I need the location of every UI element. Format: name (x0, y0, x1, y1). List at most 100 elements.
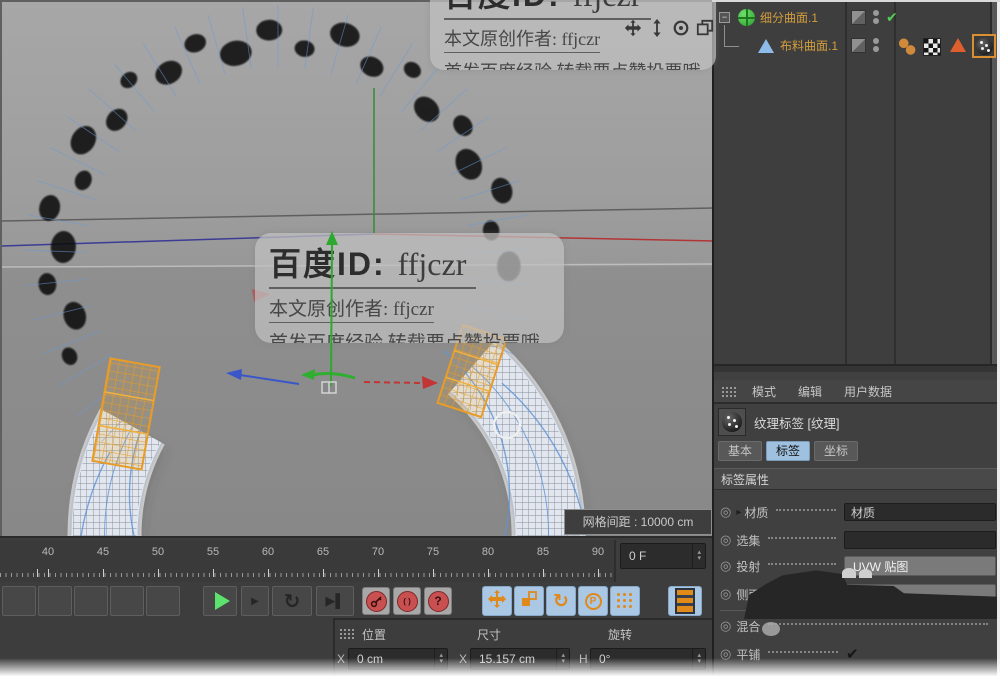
watermark-line: 首发百度经验 转载要点赞投票哦 (444, 58, 701, 70)
tag-header: 纹理标签 [纹理] (718, 408, 839, 436)
loop-button[interactable]: ↻ (272, 586, 312, 616)
p-icon: P (584, 592, 602, 610)
rotate-icon: ↻ (553, 590, 569, 612)
render-visibility-toggle[interactable] (851, 38, 866, 53)
transport-button[interactable] (38, 586, 72, 616)
object-label[interactable]: 细分曲面.1 (760, 5, 818, 31)
maximize-icon[interactable] (695, 18, 715, 38)
keyframe-radio-icon[interactable]: ◎ (720, 584, 731, 604)
stepper-icon[interactable]: ▴ ▾ (692, 649, 705, 669)
keyframe-options-button[interactable]: ? (424, 587, 452, 615)
watermark-center: 百度ID:ffjczr 本文原创作者: ffjczr 首发百度经验 转载要点赞投… (255, 233, 564, 343)
attribute-menubar: 模式 编辑 用户数据 (714, 380, 1000, 404)
collapse-toggle[interactable]: − (719, 12, 730, 23)
dotted-leader (768, 650, 838, 653)
drag-handle-icon[interactable] (340, 629, 342, 631)
watermark-shadow-blob (859, 569, 872, 578)
divider (334, 618, 712, 620)
object-row-cloth[interactable]: 布料曲面.1 (714, 25, 1000, 59)
play-button[interactable] (203, 586, 237, 616)
material-link-field[interactable]: 材质 (844, 503, 996, 521)
autokey-icon: ( ) (396, 590, 418, 612)
selection-circle (492, 410, 522, 440)
enabled-check-icon[interactable]: ✔ (886, 9, 898, 26)
stepper-icon[interactable]: ▴ ▾ (556, 649, 569, 669)
zoom-icon[interactable] (647, 18, 667, 38)
section-header[interactable]: 标签属性 (714, 468, 1000, 490)
menu-userdata[interactable]: 用户数据 (844, 383, 892, 400)
visibility-dots[interactable] (873, 8, 879, 26)
keyframe-radio-icon[interactable]: ◎ (720, 530, 731, 550)
keyframe-radio-icon[interactable]: ◎ (720, 556, 731, 576)
selection-field[interactable] (844, 531, 996, 549)
coordinate-system-button[interactable]: P (578, 586, 608, 616)
menu-mode[interactable]: 模式 (752, 383, 776, 400)
keyframe-radio-icon[interactable]: ◎ (720, 502, 731, 522)
subdivision-surface-icon (738, 9, 755, 26)
next-key-button[interactable]: ▶ (241, 586, 269, 616)
position-x-field[interactable]: 0 cm ▴ ▾ (348, 648, 448, 670)
expand-arrow-icon[interactable]: ▸ (736, 507, 741, 518)
size-x-field[interactable]: 15.157 cm ▴ ▾ (470, 648, 570, 670)
ruler-minor-ticks (0, 573, 616, 577)
keyframe-radio-icon[interactable]: ◎ (720, 616, 731, 636)
rotation-h-field[interactable]: 0° ▴ ▾ (590, 648, 706, 670)
cloth-tag-icon[interactable] (950, 38, 966, 52)
menu-edit[interactable]: 编辑 (798, 383, 822, 400)
mesh-wireframe (72, 342, 581, 538)
current-frame-field[interactable]: 0 F ▴ ▾ (620, 543, 706, 569)
phong-tag-icon[interactable] (898, 37, 916, 55)
ruler-number: 45 (96, 546, 110, 558)
viewport-canvas[interactable]: 百度ID:ffjczr 本文原创作者: ffjczr 首发百度经验 转载要点赞投… (0, 0, 716, 538)
watermark-title: 百度ID:ffjczr (444, 0, 652, 20)
visibility-dots[interactable] (873, 36, 879, 54)
goto-end-icon: ▶▌ (325, 593, 345, 608)
uvw-tag-icon[interactable] (923, 38, 941, 56)
stepper-icon[interactable]: ▴ ▾ (434, 649, 447, 669)
record-keyframe-button[interactable] (362, 587, 390, 615)
texture-tag-icon (718, 408, 746, 436)
tab-basic[interactable]: 基本 (718, 441, 763, 461)
attr-row-projection: ◎ 投射 UVW 贴图 (720, 556, 996, 576)
drag-handle-icon[interactable] (722, 387, 724, 389)
transport-button[interactable] (74, 586, 108, 616)
mesh-shadow (73, 347, 588, 538)
transport-button[interactable] (2, 586, 36, 616)
goto-end-button[interactable]: ▶▌ (316, 586, 354, 616)
gizmo-x-arrowhead (422, 376, 438, 389)
tile-checkbox[interactable]: ✔ (846, 645, 996, 663)
transport-button[interactable] (110, 586, 144, 616)
texture-tag-icon[interactable] (972, 34, 996, 58)
tab-tag[interactable]: 标签 (766, 441, 811, 461)
object-label[interactable]: 布料曲面.1 (780, 33, 838, 59)
filmstrip-icon (675, 588, 695, 614)
stepper-icon[interactable]: ▴ ▾ (692, 544, 705, 568)
gizmo-band (311, 372, 356, 380)
transport-button[interactable] (146, 586, 180, 616)
rotate-tool-button[interactable]: ↻ (546, 586, 576, 616)
timeline-ruler[interactable]: 40 45 50 55 60 65 70 75 80 85 90 (0, 540, 616, 582)
render-view-button[interactable] (668, 586, 702, 616)
pan-icon[interactable] (623, 18, 643, 38)
autokey-button[interactable]: ( ) (393, 587, 421, 615)
object-row-subdivision[interactable]: − 细分曲面.1 ✔ (714, 5, 1000, 31)
panel-splitter[interactable] (714, 364, 1000, 372)
attr-label: 混合 (736, 619, 761, 634)
ruler-number: 85 (536, 546, 550, 558)
grid-spacing-badge: 网格间距 : 10000 cm (564, 509, 712, 535)
coords-header-rotation: 旋转 (608, 628, 633, 642)
ruler-number: 50 (151, 546, 165, 558)
snap-button[interactable] (610, 586, 640, 616)
render-visibility-toggle[interactable] (851, 10, 866, 25)
axis-label: X (337, 652, 346, 666)
scale-icon (520, 590, 538, 613)
cinema4d-window: 百度ID:ffjczr 本文原创作者: ffjczr 首发百度经验 转载要点赞投… (0, 0, 1000, 679)
rotate-icon[interactable] (671, 18, 691, 38)
scale-tool-button[interactable] (514, 586, 544, 616)
keyframe-radio-icon[interactable]: ◎ (720, 644, 731, 664)
gizmo-z-arrowhead (226, 369, 242, 380)
move-tool-button[interactable] (482, 586, 512, 616)
dotted-leader (768, 622, 988, 625)
attr-label: 投射 (736, 559, 761, 574)
tab-coordinates[interactable]: 坐标 (814, 441, 859, 461)
